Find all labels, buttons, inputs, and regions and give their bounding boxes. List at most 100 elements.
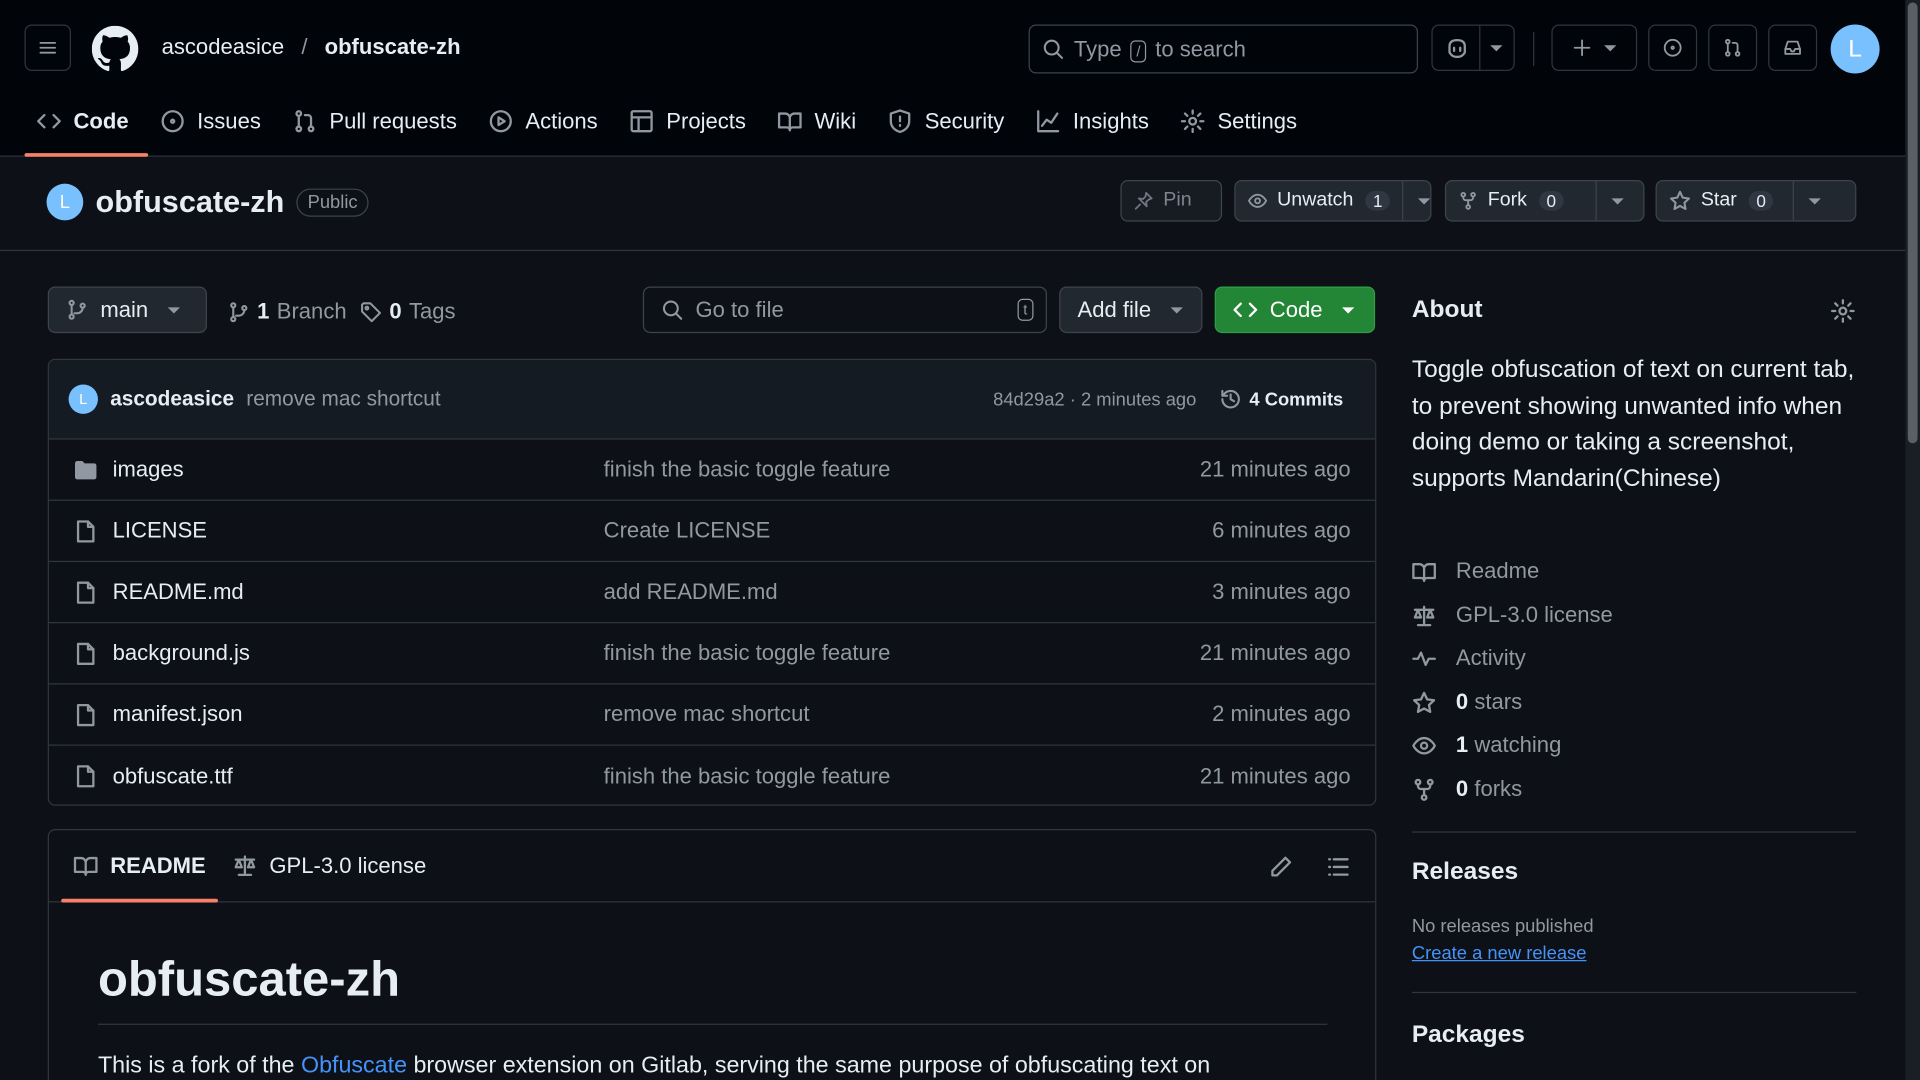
book-icon (778, 112, 802, 132)
star-icon (1412, 691, 1436, 713)
stars-link[interactable]: 0 stars (1412, 689, 1522, 715)
github-logo-icon[interactable] (91, 25, 139, 73)
tab-actions[interactable]: Actions (476, 91, 617, 152)
file-commit-message[interactable]: finish the basic toggle feature (604, 640, 891, 666)
releases-title[interactable]: Releases (1412, 858, 1518, 886)
gear-icon (1181, 109, 1205, 134)
unwatch-dropdown[interactable] (1402, 181, 1445, 221)
tab-code[interactable]: Code (24, 91, 149, 157)
commit-hash-time[interactable]: 84d29a2 · 2 minutes ago (993, 389, 1196, 410)
create-release-link[interactable]: Create a new release (1412, 943, 1587, 964)
inbox-button[interactable] (1768, 24, 1818, 72)
star-button[interactable]: Star 0 (1655, 180, 1857, 222)
watching-link[interactable]: 1 watching (1412, 732, 1561, 758)
hamburger-menu-button[interactable] (24, 24, 72, 72)
tab-label: Pull requests (329, 108, 457, 133)
add-file-button[interactable]: Add file (1059, 286, 1203, 334)
search-icon (1043, 39, 1064, 59)
star-dropdown[interactable] (1792, 181, 1836, 221)
tab-readme[interactable]: README (61, 830, 219, 903)
forks-count: 0 (1455, 776, 1469, 801)
pin-button[interactable]: Pin (1120, 180, 1223, 222)
commit-message[interactable]: remove mac shortcut (246, 387, 440, 411)
page-scrollbar[interactable] (1905, 0, 1920, 1080)
file-name[interactable]: manifest.json (113, 702, 243, 728)
file-row[interactable]: README.md add README.md 3 minutes ago (48, 562, 1376, 624)
repo-link[interactable]: obfuscate-zh (325, 34, 461, 60)
code-download-button[interactable]: Code (1214, 286, 1376, 334)
commits-count: 4 Commits (1249, 388, 1344, 410)
tab-projects[interactable]: Projects (617, 91, 765, 152)
law-icon (1413, 604, 1435, 626)
scrollbar-thumb[interactable] (1907, 2, 1918, 444)
tab-security[interactable]: Security (876, 91, 1024, 152)
tab-label: Actions (525, 108, 598, 133)
file-row[interactable]: manifest.json remove mac shortcut 2 minu… (48, 684, 1376, 746)
file-commit-message[interactable]: remove mac shortcut (604, 702, 810, 728)
stars-count: 0 (1455, 689, 1469, 714)
file-name[interactable]: background.js (113, 640, 250, 666)
file-name[interactable]: images (113, 457, 184, 483)
pencil-icon[interactable] (1269, 855, 1293, 879)
copilot-button[interactable] (1431, 24, 1515, 72)
commits-link[interactable]: 4 Commits (1220, 388, 1343, 410)
repo-name[interactable]: obfuscate-zh (96, 184, 285, 220)
readme-label: Readme (1455, 558, 1540, 583)
issues-button[interactable] (1648, 24, 1698, 72)
tab-label: Wiki (814, 108, 857, 133)
user-avatar[interactable]: L (1830, 24, 1880, 74)
forks-link[interactable]: 0 forks (1412, 776, 1522, 802)
chevron-down-icon (167, 306, 181, 313)
license-link[interactable]: GPL-3.0 license (1412, 602, 1613, 628)
global-search-input[interactable]: Type / to search (1028, 24, 1418, 74)
fork-dropdown[interactable] (1595, 181, 1638, 221)
tab-issues[interactable]: Issues (148, 91, 280, 152)
readme-link[interactable]: Readme (1412, 558, 1539, 584)
readme-heading: obfuscate-zh (97, 952, 401, 1007)
branch-name: main (100, 296, 149, 322)
pin-label: Pin (1163, 189, 1192, 211)
tags-link[interactable]: 0 Tags (360, 299, 456, 325)
tab-label: README (110, 852, 206, 878)
tab-license[interactable]: GPL-3.0 license (233, 830, 426, 901)
file-row[interactable]: images finish the basic toggle feature 2… (48, 440, 1376, 501)
commit-author-avatar[interactable]: L (68, 384, 98, 414)
file-name[interactable]: README.md (113, 579, 244, 605)
graph-icon (1037, 110, 1060, 133)
tab-wiki[interactable]: Wiki (766, 91, 876, 152)
pull-requests-button[interactable] (1708, 24, 1758, 72)
file-commit-message[interactable]: add README.md (604, 579, 778, 605)
activity-link[interactable]: Activity (1412, 645, 1526, 671)
file-commit-message[interactable]: Create LICENSE (604, 518, 771, 544)
file-row[interactable]: background.js finish the basic toggle fe… (48, 623, 1376, 685)
branch-count: 1 (257, 298, 270, 324)
file-row[interactable]: obfuscate.ttf finish the basic toggle fe… (49, 746, 1375, 805)
owner-avatar[interactable]: L (46, 183, 84, 221)
file-commit-message[interactable]: finish the basic toggle feature (604, 763, 891, 789)
copilot-icon (1447, 38, 1466, 59)
fork-button[interactable]: Fork 0 (1444, 180, 1645, 222)
owner-link[interactable]: ascodeasice (162, 34, 285, 60)
go-to-file-input[interactable]: Go to file t (642, 286, 1047, 334)
file-name[interactable]: obfuscate.ttf (113, 763, 233, 789)
file-row[interactable]: LICENSE Create LICENSE 6 minutes ago (48, 501, 1376, 563)
gear-icon[interactable] (1831, 299, 1855, 323)
tab-settings[interactable]: Settings (1168, 91, 1316, 152)
paragraph-text: This is a fork of the (97, 1053, 295, 1079)
branches-link[interactable]: 1 Branch (228, 299, 347, 325)
branch-selector[interactable]: main (47, 286, 207, 334)
tab-insights[interactable]: Insights (1024, 91, 1169, 152)
obfuscate-link[interactable]: Obfuscate (301, 1053, 407, 1079)
create-new-button[interactable] (1551, 24, 1638, 72)
table-icon (630, 110, 653, 133)
packages-title[interactable]: Packages (1412, 1021, 1525, 1049)
about-title: About (1411, 296, 1483, 324)
unwatch-button[interactable]: Unwatch 1 (1234, 180, 1432, 222)
tab-pull-requests[interactable]: Pull requests (280, 91, 476, 152)
file-commit-message[interactable]: finish the basic toggle feature (604, 457, 891, 483)
book-icon (1412, 562, 1436, 582)
tag-icon (361, 301, 382, 322)
commit-author[interactable]: ascodeasice (110, 387, 234, 411)
file-name[interactable]: LICENSE (113, 518, 207, 544)
list-outline-icon[interactable] (1326, 855, 1350, 879)
